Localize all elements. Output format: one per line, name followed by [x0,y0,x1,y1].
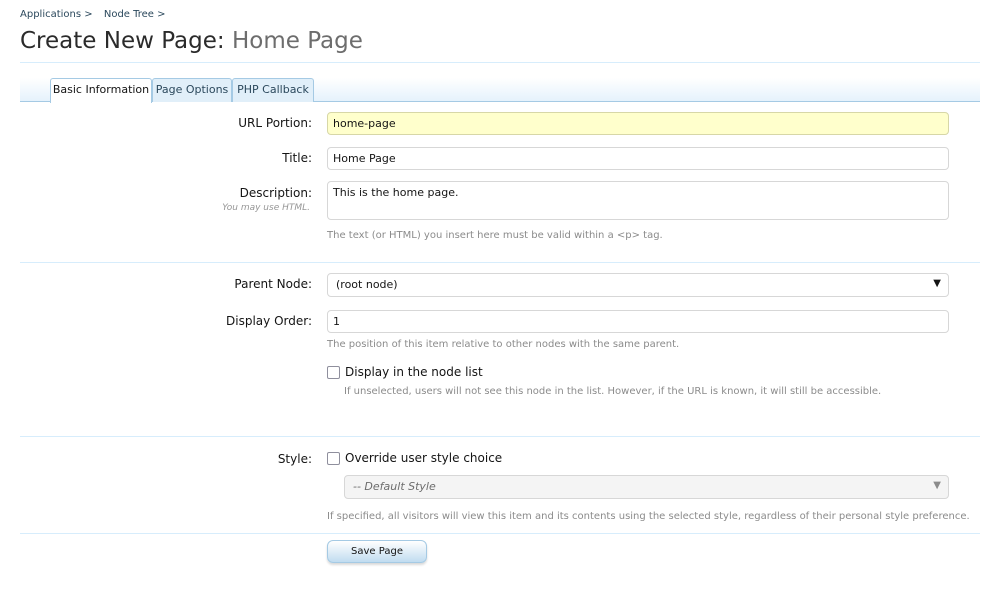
description-explain: The text (or HTML) you insert here must … [327,230,663,241]
section-divider-1 [20,262,980,263]
title-divider [20,62,980,63]
style-override-label[interactable]: Override user style choice [345,451,502,465]
section-divider-3 [20,533,980,534]
url-portion-label: URL Portion: [238,116,312,130]
page-title-main: Create New Page: [20,28,225,54]
style-override-row: Override user style choice [327,451,502,465]
title-input[interactable]: Home Page [327,147,949,170]
parent-node-select[interactable]: (root node) ▼ [327,273,949,297]
tab-strip: Basic Information Page Options PHP Callb… [20,78,980,103]
parent-node-selected: (root node) [336,278,398,291]
display-in-list-row: Display in the node list [327,365,483,379]
description-label: Description: [239,186,312,200]
tab-page-options[interactable]: Page Options [152,78,232,102]
style-select[interactable]: -- Default Style ▼ [344,475,949,499]
breadcrumb: Applications > Node Tree > [20,9,174,20]
page-title: Create New Page: Home Page [20,28,363,54]
breadcrumb-item-applications[interactable]: Applications > [20,9,93,20]
dropdown-arrow-icon: ▼ [933,278,941,289]
description-hint: You may use HTML. [222,203,310,213]
title-label: Title: [282,151,312,165]
display-order-input[interactable]: 1 [327,310,949,333]
display-in-list-label[interactable]: Display in the node list [345,365,483,379]
breadcrumb-item-node-tree[interactable]: Node Tree > [104,9,166,20]
save-page-button[interactable]: Save Page [327,540,427,563]
display-order-label: Display Order: [226,314,312,328]
parent-node-label: Parent Node: [234,277,312,291]
style-override-checkbox[interactable] [327,451,340,465]
page-title-sub: Home Page [231,28,363,54]
url-portion-input[interactable]: home-page [327,112,949,135]
display-order-explain: The position of this item relative to ot… [327,339,680,350]
tab-php-callback[interactable]: PHP Callback [232,78,314,102]
section-divider-2 [20,436,980,437]
style-selected: -- Default Style [353,480,436,493]
display-in-list-checkbox[interactable] [327,365,340,379]
dropdown-arrow-icon: ▼ [933,480,941,491]
display-in-list-explain: If unselected, users will not see this n… [344,386,882,397]
style-label: Style: [277,452,312,466]
style-explain: If specified, all visitors will view thi… [327,511,970,522]
tab-basic-information[interactable]: Basic Information [50,78,152,103]
description-textarea[interactable]: This is the home page. [327,181,949,220]
